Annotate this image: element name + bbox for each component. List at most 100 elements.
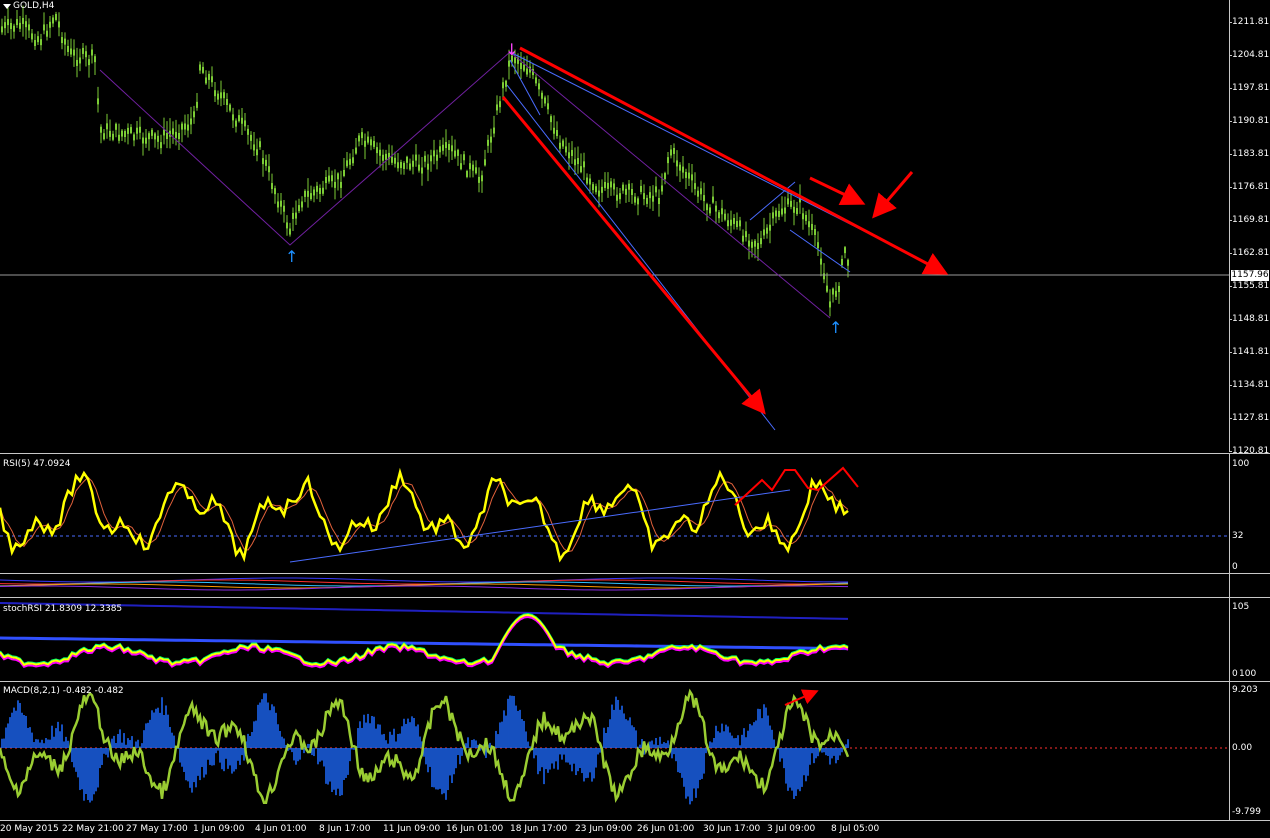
current-price-tag: 1157.96 [1231, 270, 1269, 281]
time-label: 16 Jun 01:00 [446, 824, 504, 834]
candle-body [313, 189, 315, 196]
candle-body [406, 156, 408, 163]
candle-body [448, 143, 450, 150]
price-tick: 1155.81 [1232, 281, 1270, 291]
candle-body [316, 185, 318, 192]
pane-separator[interactable] [0, 573, 1270, 574]
candle-body [727, 220, 729, 227]
candle-body [193, 111, 195, 118]
candle-body [535, 77, 537, 84]
candle-body [238, 115, 240, 122]
candle-body [739, 220, 741, 227]
candle-body [679, 164, 681, 171]
price-tick: 1148.81 [1232, 314, 1270, 324]
candle-body [562, 140, 564, 147]
time-label: 8 Jul 05:00 [831, 824, 880, 834]
pane-separator[interactable] [0, 453, 1270, 454]
candle-body [244, 120, 246, 127]
time-label: 26 Jun 01:00 [637, 824, 695, 834]
candle-body [634, 196, 636, 203]
price-tickmark [1229, 121, 1232, 122]
time-axis[interactable]: 20 May 2015 22 May 21:00 27 May 17:00 1 Jun… [0, 820, 1270, 838]
candle-body [214, 90, 216, 97]
candle-body [373, 140, 375, 147]
rsi-annotation-arrows [734, 466, 859, 506]
candle-body [22, 17, 24, 24]
time-label: 18 Jun 17:00 [510, 824, 568, 834]
candle-body [88, 59, 90, 66]
candle-body [121, 130, 123, 137]
candle-body [838, 285, 840, 292]
candle-body [646, 197, 648, 204]
candle-body [841, 258, 843, 265]
macd-tick: 9.203 [1232, 685, 1258, 695]
candle-body [61, 37, 63, 44]
candle-body [397, 162, 399, 169]
candle-body [361, 132, 363, 139]
candle-body [217, 93, 219, 100]
candle-body [790, 200, 792, 207]
candle-body [589, 178, 591, 185]
candle-body [1, 26, 3, 33]
candle-body [253, 144, 255, 151]
candle-body [139, 126, 141, 133]
candle-body [631, 188, 633, 195]
candle-body [661, 185, 663, 192]
stochrsi-tick: 100 [1239, 669, 1257, 679]
candle-body [733, 218, 735, 225]
candle-body [673, 147, 675, 154]
candle-body [481, 175, 483, 182]
candle-body [94, 56, 96, 63]
candle-body [70, 48, 72, 55]
candle-body [643, 193, 645, 200]
candle-body [127, 127, 129, 134]
candle-body [301, 201, 303, 208]
candle-body [223, 92, 225, 99]
time-label: 11 Jun 09:00 [383, 824, 441, 834]
candle-body [556, 130, 558, 137]
candle-body [700, 188, 702, 195]
candle-body [823, 273, 825, 280]
candle-body [367, 136, 369, 143]
candle-body [682, 166, 684, 173]
candle-body [571, 149, 573, 156]
time-label: 27 May 17:00 [126, 824, 188, 834]
triangle-down-icon[interactable] [3, 4, 11, 9]
candle-body [232, 114, 234, 121]
stochrsi-tick: 0 [1232, 669, 1238, 679]
candle-body [283, 205, 285, 212]
candle-body [178, 133, 180, 140]
pane-separator[interactable] [0, 681, 1270, 682]
candle-body [508, 60, 510, 67]
candle-body [82, 47, 84, 54]
candle-body [796, 208, 798, 215]
candle-body [658, 198, 660, 205]
candle-body [196, 101, 198, 108]
candle-body [433, 150, 435, 157]
candle-body [349, 158, 351, 165]
candle-body [124, 131, 126, 138]
candle-body [319, 187, 321, 194]
candle-body [418, 164, 420, 171]
candle-body [10, 23, 12, 30]
candle-body [166, 132, 168, 139]
candle-body [40, 39, 42, 46]
red-annotation-arrow [872, 171, 914, 219]
candle-body [208, 73, 210, 80]
pane-separator[interactable] [0, 597, 1270, 598]
rsi-scale[interactable] [1229, 454, 1270, 573]
candle-body [499, 101, 501, 108]
price-tick: 1190.81 [1232, 116, 1270, 126]
candle-body [163, 129, 165, 136]
candle-body [103, 133, 105, 140]
candle-body [583, 161, 585, 168]
rsi-signal-line [0, 476, 849, 553]
candle-body [568, 152, 570, 159]
band-scale[interactable] [1229, 574, 1270, 597]
candle-body [64, 38, 66, 45]
chart-title[interactable]: GOLD,H4 [13, 1, 54, 12]
candle-body [697, 190, 699, 197]
candle-body [331, 175, 333, 182]
candle-body [112, 133, 114, 140]
stochrsi-label: stochRSI 21.8309 12.3385 [3, 604, 123, 614]
